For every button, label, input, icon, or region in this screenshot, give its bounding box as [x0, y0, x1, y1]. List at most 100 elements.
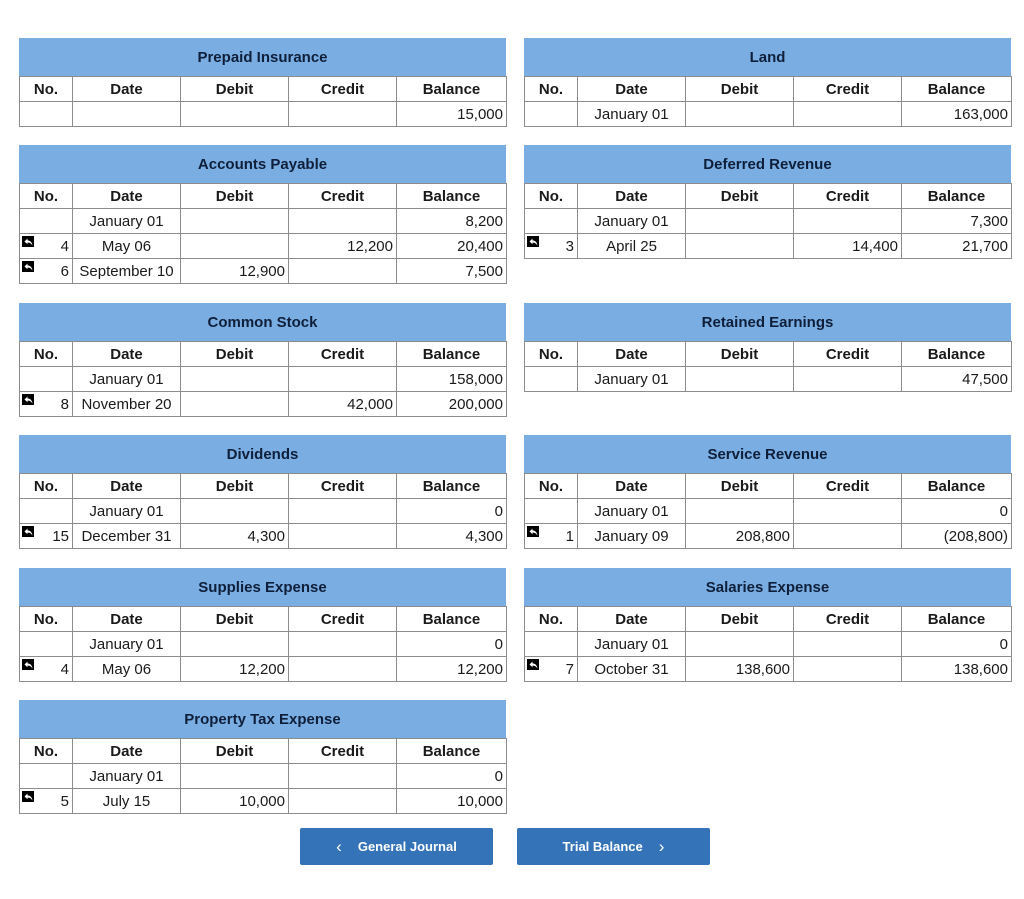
- cell-debit: [685, 366, 794, 392]
- cell-balance: 158,000: [396, 366, 507, 392]
- balance-value: 7,300: [970, 212, 1008, 230]
- column-header-credit: Credit: [793, 183, 902, 209]
- cell-debit: [180, 366, 289, 392]
- column-header-no: No.: [19, 473, 73, 499]
- cell-no[interactable]: 3: [524, 233, 578, 259]
- cell-no[interactable]: 1: [524, 523, 578, 549]
- column-header-credit: Credit: [288, 606, 397, 632]
- balance-value: 163,000: [953, 105, 1008, 123]
- column-header-date: Date: [577, 606, 686, 632]
- table-row: 15 December 31 4,300 4,300: [19, 523, 507, 549]
- cell-no[interactable]: 4: [19, 656, 73, 682]
- column-header-balance: Balance: [901, 183, 1012, 209]
- header-row: No. Date Debit Credit Balance: [524, 606, 1012, 632]
- cell-no[interactable]: 15: [19, 523, 73, 549]
- cell-debit: [685, 233, 794, 259]
- table-row: January 01 0: [524, 631, 1012, 657]
- cell-credit: [288, 656, 397, 682]
- ledger-property-tax-expense: Property Tax Expense No. Date Debit Credit Ba…: [19, 700, 507, 814]
- column-header-credit: Credit: [793, 473, 902, 499]
- ledger-accounts-payable: Accounts Payable No. Date Debit Credit Balanc…: [19, 145, 507, 284]
- cell-balance: 10,000: [396, 788, 507, 814]
- column-header-credit: Credit: [288, 76, 397, 102]
- back-to-journal-icon[interactable]: [527, 659, 539, 670]
- cell-credit: [793, 101, 902, 127]
- column-header-debit: Debit: [685, 341, 794, 367]
- general-journal-button[interactable]: ‹ General Journal: [300, 828, 493, 865]
- column-header-credit: Credit: [793, 341, 902, 367]
- cell-no[interactable]: 7: [524, 656, 578, 682]
- balance-value: 0: [999, 502, 1008, 520]
- column-header-credit: Credit: [793, 606, 902, 632]
- no-value: 7: [565, 660, 574, 678]
- header-row: No. Date Debit Credit Balance: [19, 76, 507, 102]
- column-header-balance: Balance: [396, 473, 507, 499]
- cell-no[interactable]: 6: [19, 258, 73, 284]
- column-header-debit: Debit: [685, 183, 794, 209]
- back-to-journal-icon[interactable]: [22, 791, 34, 802]
- trial-balance-label: Trial Balance: [562, 839, 643, 854]
- table-row: January 01 163,000: [524, 101, 1012, 127]
- back-to-journal-icon[interactable]: [22, 659, 34, 670]
- credit-value: 12,200: [347, 237, 393, 255]
- cell-no: [19, 208, 73, 234]
- cell-no: [19, 631, 73, 657]
- cell-balance: 47,500: [901, 366, 1012, 392]
- table-row: 8 November 20 42,000 200,000: [19, 391, 507, 417]
- ledger-service-revenue: Service Revenue No. Date Debit Credit Balance…: [524, 435, 1012, 549]
- trial-balance-button[interactable]: Trial Balance ›: [517, 828, 710, 865]
- no-value: 3: [565, 237, 574, 255]
- date-value: May 06: [101, 237, 152, 255]
- cell-debit: [180, 631, 289, 657]
- cell-debit: 12,900: [180, 258, 289, 284]
- general-journal-label: General Journal: [357, 839, 457, 854]
- cell-balance: 0: [396, 763, 507, 789]
- date-value: January 01: [89, 635, 164, 653]
- cell-balance: 163,000: [901, 101, 1012, 127]
- cell-date: January 09: [577, 523, 686, 549]
- date-value: January 01: [594, 502, 669, 520]
- column-header-balance: Balance: [901, 473, 1012, 499]
- column-header-date: Date: [72, 606, 181, 632]
- table-row: 3 April 25 14,400 21,700: [524, 233, 1012, 259]
- cell-debit: [685, 631, 794, 657]
- cell-debit: [180, 391, 289, 417]
- column-header-no: No.: [524, 183, 578, 209]
- back-to-journal-icon[interactable]: [22, 526, 34, 537]
- balance-value: (208,800): [943, 527, 1008, 545]
- cell-credit: 12,200: [288, 233, 397, 259]
- no-value: 5: [60, 792, 69, 810]
- date-value: January 01: [89, 767, 164, 785]
- column-header-no: No.: [19, 606, 73, 632]
- no-value: 15: [52, 527, 69, 545]
- cell-credit: [793, 523, 902, 549]
- table-row: January 01 8,200: [19, 208, 507, 234]
- ledger-title: Service Revenue: [524, 435, 1011, 473]
- cell-debit: 4,300: [180, 523, 289, 549]
- balance-value: 200,000: [448, 395, 503, 413]
- credit-value: 42,000: [347, 395, 393, 413]
- column-header-debit: Debit: [685, 606, 794, 632]
- cell-date: [72, 101, 181, 127]
- cell-balance: 20,400: [396, 233, 507, 259]
- cell-no[interactable]: 8: [19, 391, 73, 417]
- cell-credit: [288, 763, 397, 789]
- cell-date: January 01: [577, 631, 686, 657]
- column-header-no: No.: [524, 76, 578, 102]
- back-to-journal-icon[interactable]: [22, 394, 34, 405]
- balance-value: 0: [494, 767, 503, 785]
- column-header-debit: Debit: [180, 341, 289, 367]
- cell-no[interactable]: 5: [19, 788, 73, 814]
- back-to-journal-icon[interactable]: [22, 261, 34, 272]
- ledger-title: Accounts Payable: [19, 145, 506, 183]
- balance-value: 21,700: [962, 237, 1008, 255]
- cell-no[interactable]: 4: [19, 233, 73, 259]
- back-to-journal-icon[interactable]: [527, 236, 539, 247]
- column-header-date: Date: [577, 183, 686, 209]
- date-value: January 01: [594, 105, 669, 123]
- cell-date: January 01: [577, 208, 686, 234]
- balance-value: 12,200: [457, 660, 503, 678]
- back-to-journal-icon[interactable]: [527, 526, 539, 537]
- column-header-credit: Credit: [288, 183, 397, 209]
- back-to-journal-icon[interactable]: [22, 236, 34, 247]
